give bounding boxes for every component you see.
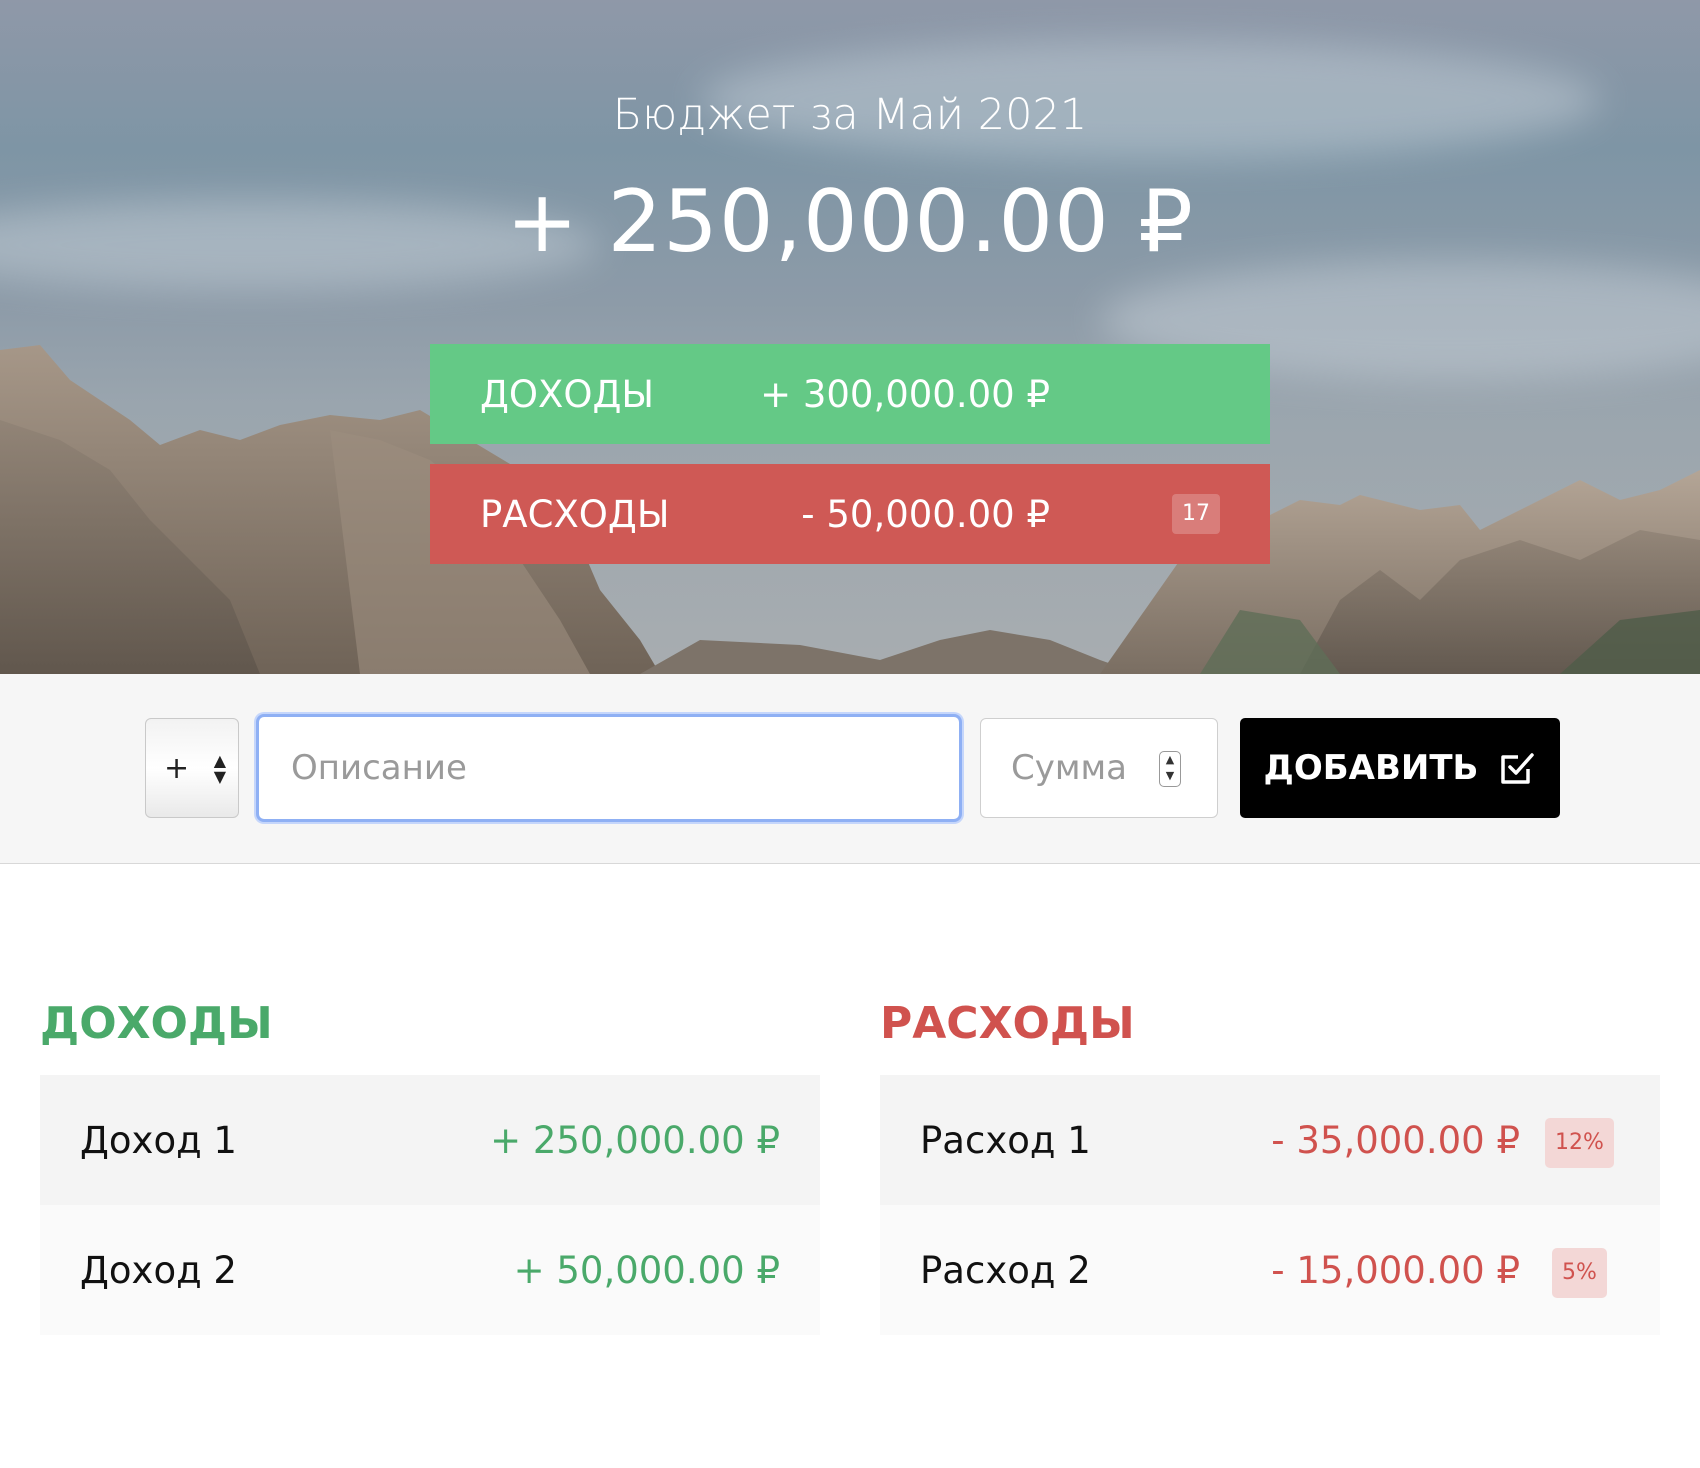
add-item-bar: + ▲▼ ▲▼ Добавить [0,674,1700,864]
income-item-value: + 50,000.00 ₽ [513,1248,780,1292]
expense-column-title: Расходы [880,998,1135,1049]
income-item-value: + 250,000.00 ₽ [490,1118,780,1162]
income-item[interactable]: Доход 1 + 250,000.00 ₽ [40,1075,820,1205]
expense-item-percent-badge: 12% [1545,1118,1614,1168]
type-select-value: + [164,750,190,786]
expense-summary: Расходы - 50,000.00 ₽ 17 [430,464,1270,564]
amount-field[interactable]: ▲▼ [980,718,1218,818]
add-button[interactable]: Добавить [1240,718,1560,818]
income-list: Доход 1 + 250,000.00 ₽ Доход 2 + 50,000.… [40,1075,820,1335]
type-select[interactable]: + ▲ ▼ [145,718,239,818]
budget-total: + 250,000.00 ₽ [506,172,1194,272]
add-button-label: Добавить [1263,748,1479,788]
income-item[interactable]: Доход 2 + 50,000.00 ₽ [40,1205,820,1335]
income-summary-label: Доходы [480,372,655,416]
budget-title: Бюджет за Май 2021 [612,90,1088,140]
amount-input[interactable] [981,719,1171,817]
checkbox-edit-icon [1501,753,1535,784]
expense-list: Расход 1 - 35,000.00 ₽ 12% Расход 2 - 15… [880,1075,1660,1335]
income-column-title: Доходы [40,998,273,1049]
income-item-description: Доход 2 [80,1248,237,1292]
expense-item[interactable]: Расход 1 - 35,000.00 ₽ 12% [880,1075,1660,1205]
select-arrows-icon: ▲ ▼ [213,751,226,786]
income-summary: Доходы + 300,000.00 ₽ [430,344,1270,444]
header-banner: Бюджет за Май 2021 + 250,000.00 ₽ Доходы… [0,0,1700,674]
description-input[interactable] [256,714,962,822]
expense-percent-badge: 17 [1172,494,1220,534]
expense-summary-label: Расходы [480,492,670,536]
expense-summary-value: - 50,000.00 ₽ [801,492,1050,536]
expense-item[interactable]: Расход 2 - 15,000.00 ₽ 5% [880,1205,1660,1335]
expense-item-description: Расход 1 [920,1118,1091,1162]
expense-item-value: - 35,000.00 ₽ [1271,1118,1520,1162]
expense-item-value: - 15,000.00 ₽ [1271,1248,1520,1292]
expense-item-description: Расход 2 [920,1248,1091,1292]
income-summary-value: + 300,000.00 ₽ [760,372,1050,416]
income-item-description: Доход 1 [80,1118,237,1162]
expense-item-percent-badge: 5% [1552,1248,1607,1298]
amount-stepper-icon[interactable]: ▲ ▼ [1159,751,1181,787]
